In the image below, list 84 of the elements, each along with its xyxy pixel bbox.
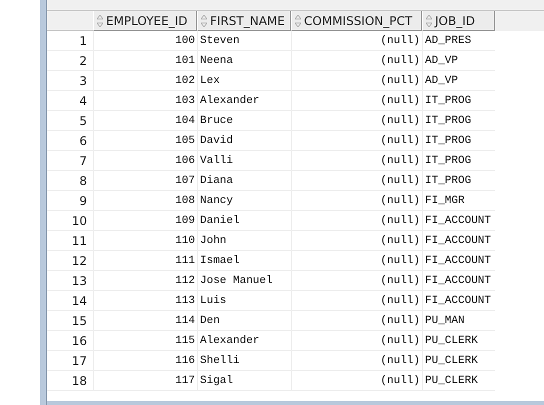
table-cell: FI_ACCOUNT [422, 231, 495, 251]
table-cell: Bruce [197, 111, 291, 131]
column-header-label: FIRST_NAME [210, 14, 285, 28]
table-cell: 110 [93, 231, 197, 251]
table-cell: 114 [93, 311, 197, 331]
table-cell: AD_VP [422, 51, 495, 71]
table-cell: 112 [93, 271, 197, 291]
column-header[interactable]: JOB_ID [422, 11, 495, 31]
table-cell: Jose Manuel [197, 271, 291, 291]
table-cell: (null) [291, 371, 422, 391]
table-cell: FI_ACCOUNT [422, 291, 495, 311]
table-cell: FI_MGR [422, 191, 495, 211]
table-cell: PU_CLERK [422, 331, 495, 351]
table-cell: Shelli [197, 351, 291, 371]
table-cell: IT_PROG [422, 151, 495, 171]
table-cell: (null) [291, 111, 422, 131]
table-cell: 109 [93, 211, 197, 231]
table-cell: IT_PROG [422, 91, 495, 111]
table-cell: 115 [93, 331, 197, 351]
table-cell: (null) [291, 351, 422, 371]
table-cell: (null) [291, 211, 422, 231]
table-cell: 104 [93, 111, 197, 131]
table-cell: 113 [93, 291, 197, 311]
table-cell: Steven [197, 31, 291, 51]
table-cell: Sigal [197, 371, 291, 391]
table-cell: Lex [197, 71, 291, 91]
table-cell: (null) [291, 291, 422, 311]
table-cell: IT_PROG [422, 131, 495, 151]
table-cell: Luis [197, 291, 291, 311]
column-header-label: COMMISSION_PCT [304, 14, 412, 28]
table-cell: Ismael [197, 251, 291, 271]
table-cell: PU_MAN [422, 311, 495, 331]
table-cell: (null) [291, 31, 422, 51]
table-cell: Nancy [197, 191, 291, 211]
column-header[interactable]: FIRST_NAME [197, 11, 291, 31]
table-cell: 101 [93, 51, 197, 71]
sort-icon [295, 14, 301, 26]
column-header-label: JOB_ID [435, 14, 475, 28]
table-cell: PU_CLERK [422, 371, 495, 391]
table-cell: FI_ACCOUNT [422, 271, 495, 291]
table-cell: AD_VP [422, 71, 495, 91]
table-cell: FI_ACCOUNT [422, 211, 495, 231]
table-cell: John [197, 231, 291, 251]
table-cell: 106 [93, 151, 197, 171]
table-cell: (null) [291, 231, 422, 251]
table-cell: Alexander [197, 331, 291, 351]
table-cell: (null) [291, 51, 422, 71]
table-cell: AD_PRES [422, 31, 495, 51]
table-cell: Neena [197, 51, 291, 71]
table-cell: 108 [93, 191, 197, 211]
table-cell: (null) [291, 91, 422, 111]
table-cell: Diana [197, 171, 291, 191]
sort-icon [201, 14, 207, 26]
column-header[interactable]: EMPLOYEE_ID [93, 11, 197, 31]
table-cell: (null) [291, 151, 422, 171]
table-cell: (null) [291, 271, 422, 291]
table-cell: Daniel [197, 211, 291, 231]
table-cell: 107 [93, 171, 197, 191]
sort-icon [426, 14, 432, 26]
table-cell: 100 [93, 31, 197, 51]
table-cell: (null) [291, 311, 422, 331]
table-cell: (null) [291, 331, 422, 351]
table-cell: Valli [197, 151, 291, 171]
table-cell: IT_PROG [422, 111, 495, 131]
table-cell: David [197, 131, 291, 151]
table-cell: (null) [291, 71, 422, 91]
table-cell: IT_PROG [422, 171, 495, 191]
table-cell: PU_CLERK [422, 351, 495, 371]
table-cell: 105 [93, 131, 197, 151]
table-cell: (null) [291, 131, 422, 151]
table-cell: 103 [93, 91, 197, 111]
table-cell: Alexander [197, 91, 291, 111]
table-cell: 116 [93, 351, 197, 371]
column-header-label: EMPLOYEE_ID [106, 14, 188, 28]
table-cell: (null) [291, 251, 422, 271]
table-cell: (null) [291, 191, 422, 211]
sort-icon [97, 14, 103, 26]
table-cell: FI_ACCOUNT [422, 251, 495, 271]
table-cell: 117 [93, 371, 197, 391]
table-cell: (null) [291, 171, 422, 191]
table-cell: 111 [93, 251, 197, 271]
table-cell: 102 [93, 71, 197, 91]
table-cell: Den [197, 311, 291, 331]
column-header[interactable]: COMMISSION_PCT [291, 11, 422, 31]
